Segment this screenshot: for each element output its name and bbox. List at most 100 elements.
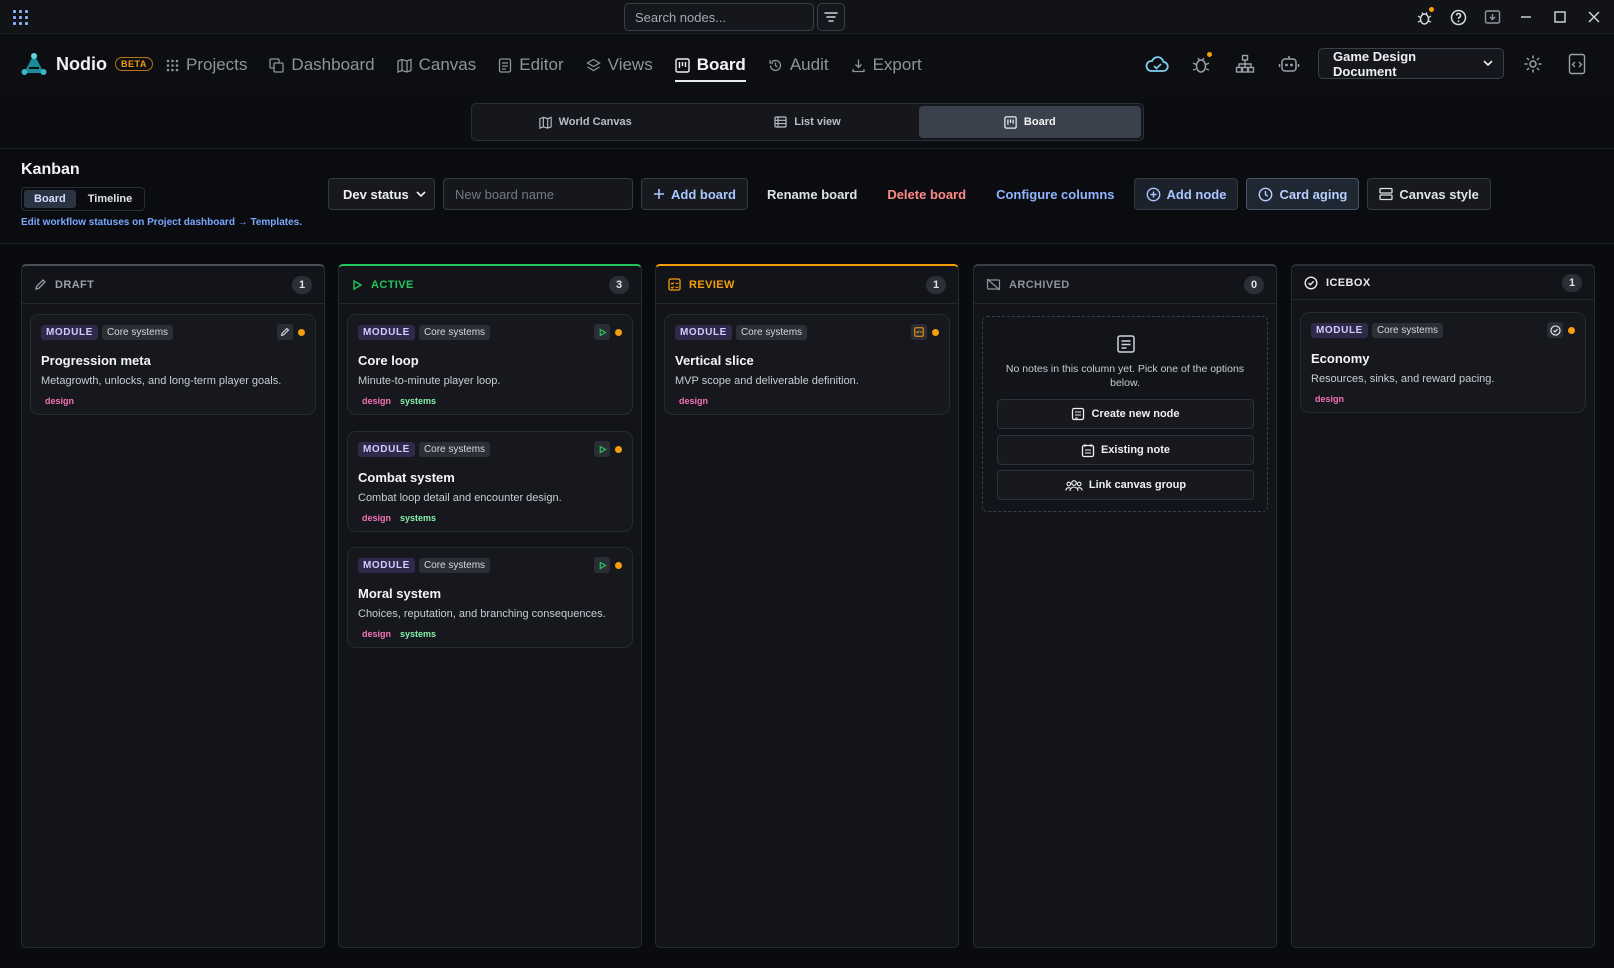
nav-board[interactable]: Board: [674, 50, 746, 82]
link-canvas-group-button[interactable]: Link canvas group: [997, 470, 1254, 500]
view-world-canvas-label: World Canvas: [558, 116, 632, 128]
card-title: Progression meta: [41, 353, 151, 368]
column-header: ARCHIVED 0: [974, 266, 1276, 304]
board-subtabs: Board Timeline: [21, 187, 146, 211]
nav-export[interactable]: Export: [851, 50, 922, 80]
card-core-loop[interactable]: MODULE Core systems Core loop Minute-to-…: [347, 314, 633, 415]
notification-dot: [1429, 7, 1434, 12]
card-progression-meta[interactable]: MODULE Core systems Progression meta Met…: [30, 314, 316, 415]
search-nodes-input[interactable]: [624, 3, 814, 31]
card-vertical-slice[interactable]: MODULE Core systems Vertical slice MVP s…: [664, 314, 950, 415]
tab-board[interactable]: Board: [24, 190, 76, 208]
tag-design: design: [362, 513, 392, 523]
debug-button[interactable]: [1186, 49, 1216, 79]
view-board[interactable]: Board: [918, 106, 1141, 138]
canvas-style-button[interactable]: Canvas style: [1367, 178, 1491, 210]
group-chip: Core systems: [418, 324, 491, 340]
column-title: DRAFT: [55, 278, 95, 291]
settings-button[interactable]: [1518, 49, 1548, 79]
card-description: Metagrowth, unlocks, and long-term playe…: [41, 375, 282, 387]
gear-icon: [1524, 55, 1542, 72]
card-moral-system[interactable]: MODULE Core systems Moral system Choices…: [347, 547, 633, 648]
cloud-sync-button[interactable]: [1142, 49, 1172, 79]
robot-icon: [1278, 55, 1300, 72]
document-select[interactable]: Game Design Document: [1318, 48, 1504, 79]
check-circle-icon[interactable]: [1547, 322, 1563, 338]
add-board-button[interactable]: Add board: [641, 178, 748, 210]
help-icon: [1450, 9, 1466, 25]
close-icon: [1588, 11, 1600, 23]
install-button[interactable]: [1480, 5, 1504, 29]
note-add-icon: [1072, 407, 1085, 421]
map-icon: [538, 115, 552, 129]
column-title: ICEBOX: [1326, 276, 1371, 289]
tag-design: design: [362, 629, 392, 639]
status-field-select[interactable]: Dev status: [328, 178, 435, 210]
ai-assistant-button[interactable]: [1274, 49, 1304, 79]
canvas-style-label: Canvas style: [1399, 186, 1479, 202]
play-icon[interactable]: [594, 324, 610, 340]
status-dot: [615, 328, 622, 336]
beta-badge: BETA: [115, 57, 153, 71]
group-chip: Core systems: [101, 324, 174, 340]
map-icon: [396, 58, 412, 73]
nav-editor[interactable]: Editor: [498, 50, 564, 80]
rename-board-button[interactable]: Rename board: [756, 178, 868, 210]
card-title: Vertical slice: [675, 353, 754, 368]
add-node-button[interactable]: Add node: [1133, 178, 1239, 210]
filter-button[interactable]: [817, 3, 845, 31]
board-header: Kanban Board Timeline Edit workflow stat…: [0, 148, 1614, 242]
nav-canvas[interactable]: Canvas: [396, 50, 476, 80]
copy-icon: [269, 57, 285, 73]
plus-circle-icon: [1146, 187, 1160, 201]
empty-column-placeholder: No notes in this column yet. Pick one of…: [982, 316, 1268, 512]
cloud-icon: [1145, 55, 1169, 72]
app-grid-icon[interactable]: [13, 10, 28, 25]
nav-views-label: Views: [607, 55, 653, 74]
play-icon[interactable]: [594, 441, 610, 457]
maximize-button[interactable]: [1548, 5, 1572, 29]
download-icon: [851, 59, 865, 72]
kanban-board: DRAFT 1 MODULE Core systems Progression …: [0, 243, 1614, 968]
nav-dashboard-label: Dashboard: [291, 55, 375, 74]
layout-rows-icon: [1379, 187, 1394, 201]
module-chip: MODULE: [358, 324, 415, 340]
nav-dashboard[interactable]: Dashboard: [269, 50, 375, 80]
review-checklist-icon[interactable]: [911, 324, 927, 340]
card-combat-system[interactable]: MODULE Core systems Combat system Combat…: [347, 431, 633, 532]
code-panel-button[interactable]: [1562, 49, 1592, 79]
nav-projects[interactable]: Projects: [166, 50, 247, 80]
brand[interactable]: Nodio BETA: [20, 51, 153, 77]
view-world-canvas[interactable]: World Canvas: [474, 106, 696, 138]
configure-columns-button[interactable]: Configure columns: [985, 178, 1125, 210]
column-title: ACTIVE: [371, 278, 414, 291]
bug-report-button[interactable]: [1412, 5, 1436, 29]
help-button[interactable]: [1446, 5, 1470, 29]
card-aging-toggle[interactable]: Card aging: [1246, 178, 1360, 210]
play-icon[interactable]: [594, 557, 610, 573]
view-list[interactable]: List view: [696, 106, 918, 138]
link-canvas-group-label: Link canvas group: [1088, 479, 1187, 491]
hierarchy-button[interactable]: [1230, 49, 1260, 79]
column-count: 0: [1244, 275, 1264, 294]
chevron-down-icon: [1483, 60, 1493, 67]
pencil-icon: [35, 279, 46, 290]
column-header: ACTIVE 3: [339, 266, 641, 304]
card-economy[interactable]: MODULE Core systems Economy Resources, s…: [1300, 312, 1586, 413]
new-board-name-input[interactable]: [443, 178, 633, 210]
minimize-button[interactable]: [1514, 5, 1538, 29]
close-window-button[interactable]: [1582, 5, 1606, 29]
nav-views[interactable]: Views: [585, 50, 653, 80]
document-select-value: Game Design Document: [1333, 48, 1417, 79]
create-new-node-button[interactable]: Create new node: [997, 399, 1254, 429]
delete-board-button[interactable]: Delete board: [876, 178, 977, 210]
existing-note-button[interactable]: Existing note: [997, 435, 1254, 465]
workflow-hint-link[interactable]: Edit workflow statuses on Project dashbo…: [21, 217, 302, 228]
debug-notification-dot: [1207, 51, 1212, 57]
tag-systems: systems: [400, 629, 437, 639]
pencil-icon[interactable]: [277, 324, 293, 340]
nav-audit[interactable]: Audit: [768, 50, 829, 80]
play-icon: [353, 279, 363, 290]
column-title: REVIEW: [689, 278, 735, 291]
tab-timeline[interactable]: Timeline: [78, 190, 142, 208]
